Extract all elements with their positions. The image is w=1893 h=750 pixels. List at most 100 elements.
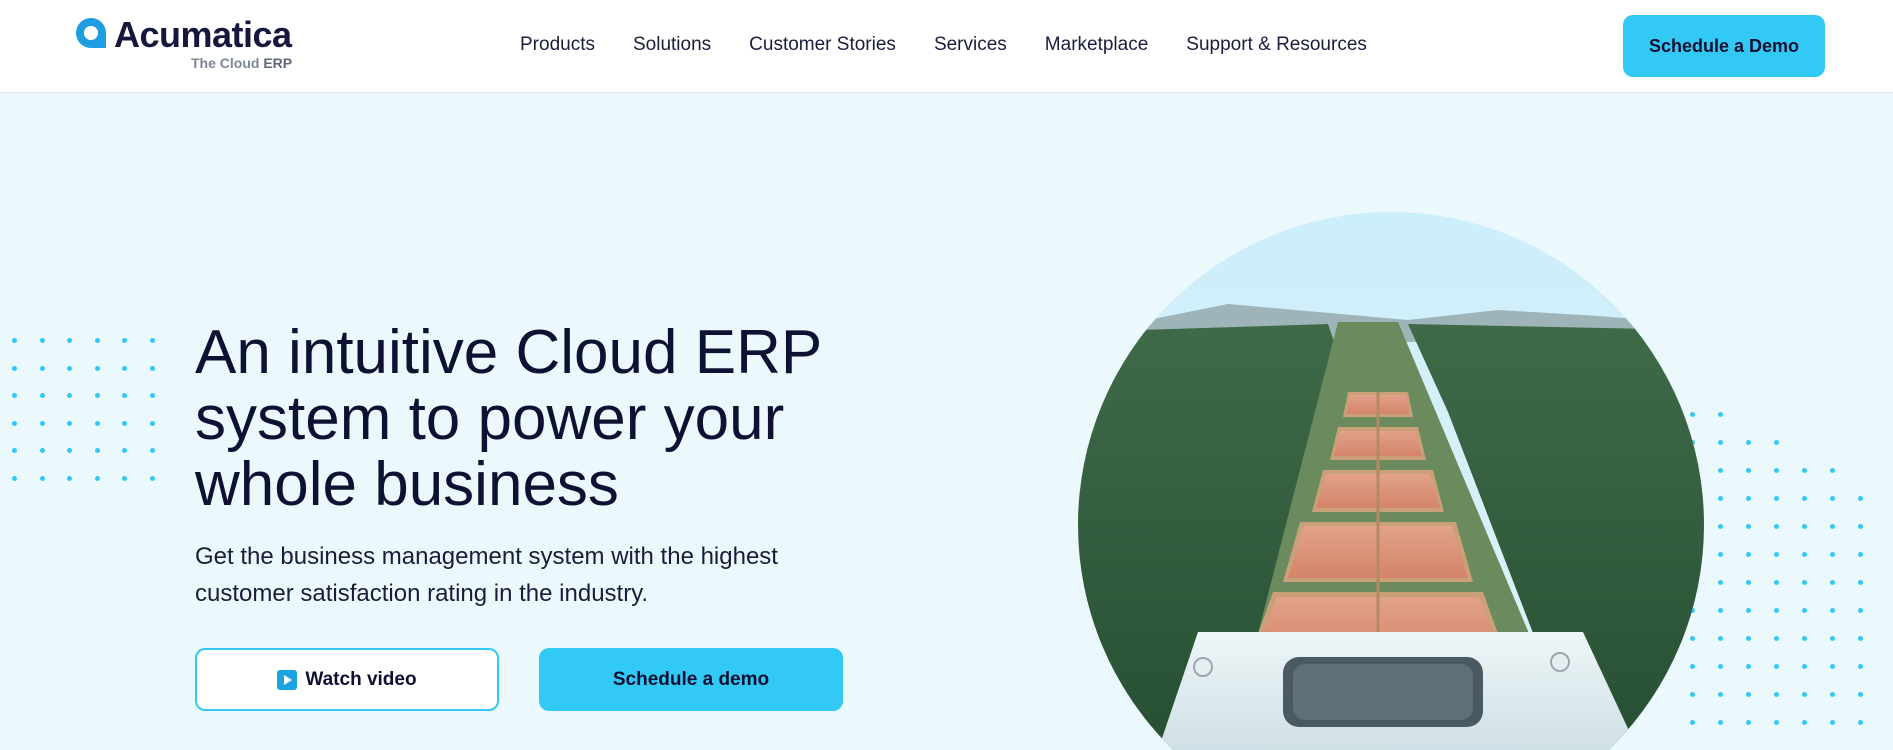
decorative-dot [1718, 720, 1723, 725]
hero-subheading: Get the business management system with … [195, 538, 895, 612]
decorative-dot [1746, 552, 1751, 557]
decorative-dot [94, 365, 100, 371]
nav-item-solutions[interactable]: Solutions [633, 31, 711, 59]
nav-item-customer-stories[interactable]: Customer Stories [749, 31, 896, 59]
decorative-dot [1746, 524, 1751, 529]
hero-headline-line-2: system to power your [195, 384, 785, 453]
decorative-dot [67, 365, 72, 371]
decorative-dot [67, 420, 72, 426]
decorative-dot [1746, 720, 1751, 725]
decorative-dot [1746, 636, 1751, 641]
decorative-dot [67, 393, 72, 398]
decorative-dot [122, 420, 127, 426]
acumatica-logo[interactable]: Acumatica The Cloud ERP [74, 14, 304, 74]
nav-item-products[interactable]: Products [520, 31, 595, 59]
hero-headline-line-3: whole business [195, 450, 619, 519]
decorative-dot [1830, 720, 1835, 725]
decorative-dot [1774, 664, 1779, 669]
decorative-dot [12, 338, 17, 343]
decorative-dot [1774, 524, 1779, 529]
decorative-dot [1830, 496, 1835, 501]
decorative-dot [122, 393, 127, 398]
decorative-dot [1858, 692, 1863, 697]
decorative-dot [1746, 496, 1751, 501]
hero-subheading-line-2: customer satisfaction rating in the indu… [195, 580, 649, 607]
decorative-dot [12, 448, 17, 453]
decorative-dot [1718, 580, 1723, 585]
decorative-dot [149, 365, 155, 371]
logo-tagline-prefix: The Cloud [191, 55, 260, 71]
decorative-dot [1774, 636, 1779, 641]
decorative-dot [1774, 468, 1779, 473]
decorative-dot [39, 420, 45, 426]
decorative-dot [122, 475, 127, 481]
decorative-dot [1718, 552, 1723, 557]
decorative-dot [1802, 608, 1807, 613]
decorative-dot [122, 448, 127, 453]
nav-item-marketplace[interactable]: Marketplace [1045, 31, 1149, 59]
decorative-dot [1858, 496, 1863, 501]
decorative-dot [1718, 664, 1723, 669]
hero-subheading-line-1: Get the business management system with … [195, 543, 778, 570]
decorative-dot [149, 338, 155, 343]
decorative-dot [94, 420, 100, 426]
decorative-dot [1830, 692, 1835, 697]
decorative-dot [1718, 524, 1723, 529]
decorative-dot [1830, 636, 1835, 641]
decorative-dot [1858, 720, 1863, 725]
decorative-dot [1830, 524, 1835, 529]
schedule-demo-header-button[interactable]: Schedule a Demo [1623, 15, 1825, 77]
decorative-dot [39, 475, 45, 481]
decorative-dot [12, 393, 17, 398]
decorative-dot [1830, 468, 1835, 473]
decorative-dot [1858, 552, 1863, 557]
decorative-dot [1802, 720, 1807, 725]
decorative-dot [1718, 692, 1723, 697]
decorative-dot [94, 338, 100, 343]
decorative-dot [1858, 664, 1863, 669]
decorative-dot [1802, 692, 1807, 697]
decorative-dot [149, 420, 155, 426]
watch-video-button[interactable]: Watch video [195, 648, 499, 711]
decorative-dot [149, 475, 155, 481]
decorative-dot [1830, 664, 1835, 669]
decorative-dot [1746, 608, 1751, 613]
decorative-dot [1746, 664, 1751, 669]
decorative-dot [122, 338, 127, 343]
schedule-demo-button[interactable]: Schedule a demo [539, 648, 843, 711]
decorative-dot [67, 448, 72, 453]
hero-headline-line-1: An intuitive Cloud ERP [195, 318, 823, 387]
site-header: Acumatica The Cloud ERP Products Solutio… [0, 0, 1893, 93]
decorative-dot [122, 365, 127, 371]
logo-tagline: The Cloud ERP [191, 55, 292, 71]
decorative-dot [94, 475, 100, 481]
decorative-dot [1858, 580, 1863, 585]
decorative-dot [1802, 664, 1807, 669]
decorative-dot [1774, 552, 1779, 557]
logo-tagline-suffix: ERP [263, 55, 293, 71]
decorative-dot-grid-right [1690, 412, 1893, 750]
decorative-dot [1858, 608, 1863, 613]
decorative-dot [12, 365, 17, 371]
nav-item-support-resources[interactable]: Support & Resources [1186, 31, 1367, 59]
decorative-dot [39, 338, 45, 343]
nav-item-services[interactable]: Services [934, 31, 1007, 59]
decorative-dot [39, 393, 45, 398]
hero-photo [1078, 212, 1704, 750]
decorative-dot [1802, 524, 1807, 529]
decorative-dot [1802, 636, 1807, 641]
decorative-dot [1774, 720, 1779, 725]
decorative-dot [1858, 636, 1863, 641]
decorative-dot [1774, 692, 1779, 697]
decorative-dot [1802, 552, 1807, 557]
decorative-dot [39, 448, 45, 453]
decorative-dot [1774, 580, 1779, 585]
decorative-dot [1802, 496, 1807, 501]
decorative-dot [67, 475, 72, 481]
decorative-dot [1746, 580, 1751, 585]
orchard-truck-photo [1078, 212, 1704, 750]
hero-headline: An intuitive Cloud ERP system to power y… [195, 320, 835, 518]
decorative-dot [1718, 636, 1723, 641]
decorative-dot [149, 393, 155, 398]
decorative-dot [1858, 524, 1863, 529]
